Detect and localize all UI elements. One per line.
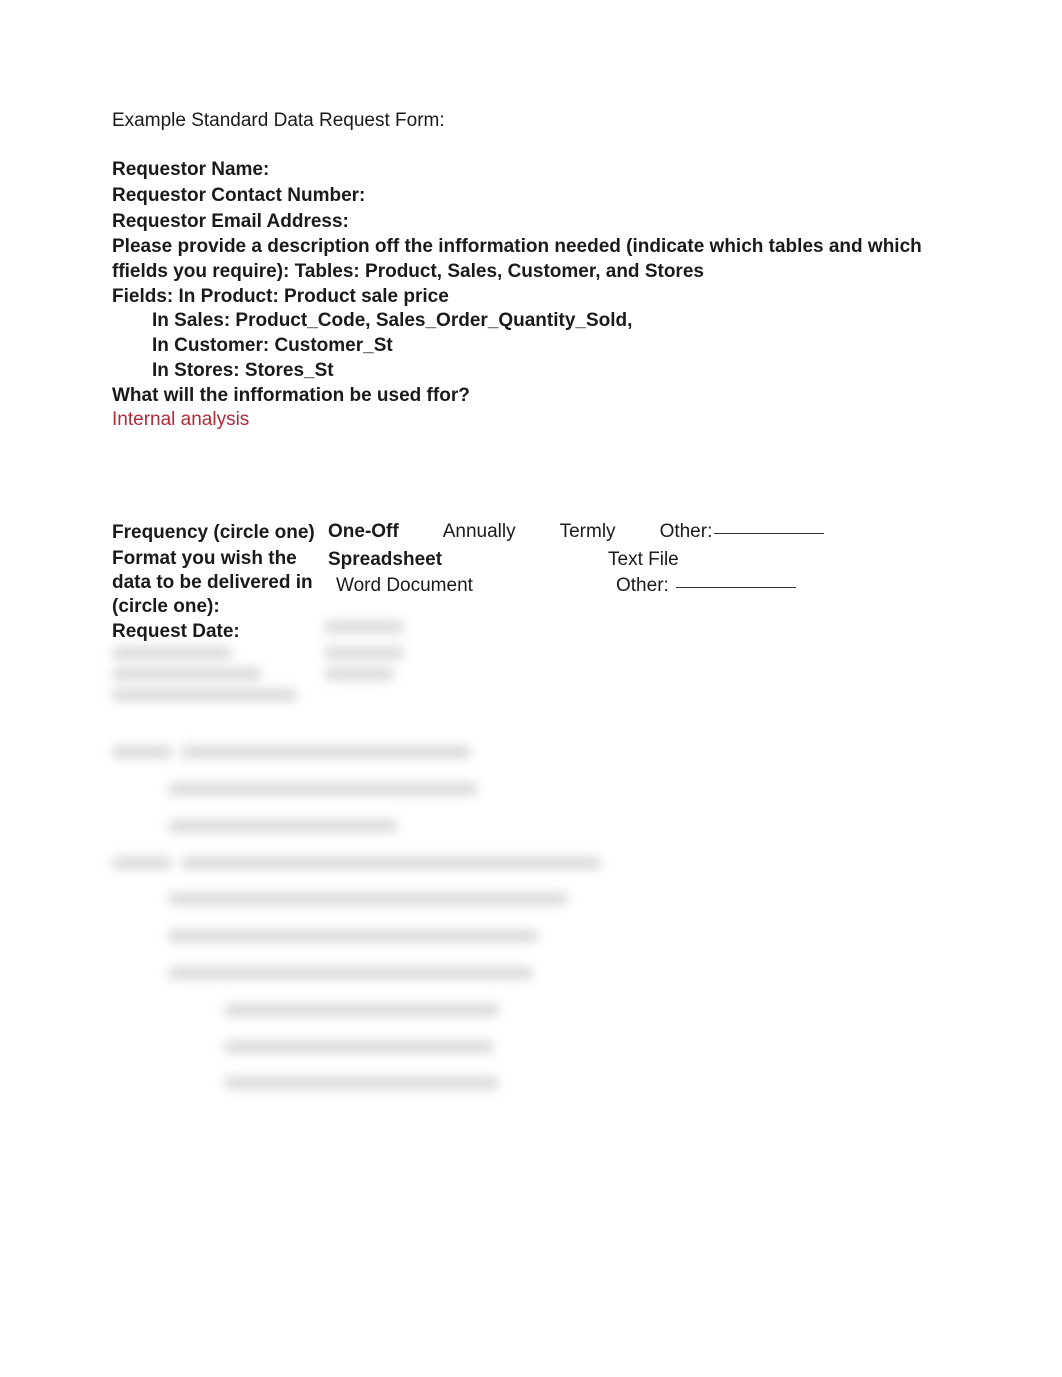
obscured-section [112, 646, 950, 1105]
frequency-options: One-Off Annually Termly Other: [324, 521, 950, 543]
field-request-date[interactable] [324, 620, 950, 639]
form-title: Example Standard Data Request Form: [112, 110, 950, 132]
field-requestor-email[interactable] [357, 210, 950, 232]
row-requestor-name: Requestor Name: [112, 158, 950, 182]
row-request-date: Request Date: [112, 620, 950, 644]
description-lead: Please provide a description off the inf… [112, 235, 950, 284]
freq-other[interactable]: Other: [660, 521, 825, 543]
field-requestor-name[interactable] [324, 158, 950, 180]
label-frequency: Frequency (circle one) [112, 521, 324, 545]
field-requestor-contact[interactable] [373, 184, 950, 206]
format-options: Spreadsheet Word Document Text File Othe… [324, 547, 950, 598]
label-format: Format you wish the data to be delivered… [112, 547, 324, 618]
format-text-file[interactable]: Text File [608, 547, 950, 573]
format-other-blank[interactable] [676, 585, 796, 588]
label-request-date: Request Date: [112, 620, 324, 644]
description-block: Please provide a description off the inf… [112, 235, 950, 383]
row-format: Format you wish the data to be delivered… [112, 547, 950, 618]
label-requestor-email: Requestor Email Address: [112, 210, 357, 234]
fields-customer: In Customer: Customer_St [112, 334, 950, 359]
fields-line: Fields: In Product: Product sale price [112, 285, 950, 310]
fields-stores: In Stores: Stores_St [112, 359, 950, 384]
document-page: Example Standard Data Request Form: Requ… [0, 0, 1062, 1377]
row-requestor-email: Requestor Email Address: [112, 210, 950, 234]
used-for-answer: Internal analysis [112, 409, 950, 509]
label-requestor-contact: Requestor Contact Number: [112, 184, 373, 208]
format-other-label: Other: [616, 573, 669, 599]
row-requestor-contact: Requestor Contact Number: [112, 184, 950, 208]
format-other[interactable]: Other: [608, 573, 950, 599]
used-for-question: What will the infformation be used ffor? [112, 385, 950, 407]
freq-other-blank[interactable] [714, 531, 824, 534]
row-frequency: Frequency (circle one) One-Off Annually … [112, 521, 950, 545]
format-word-document[interactable]: Word Document [328, 573, 608, 599]
fields-sales: In Sales: Product_Code, Sales_Order_Quan… [112, 309, 950, 334]
freq-termly[interactable]: Termly [560, 521, 616, 543]
freq-other-label: Other: [660, 521, 713, 543]
format-spreadsheet[interactable]: Spreadsheet [328, 547, 608, 573]
freq-annually[interactable]: Annually [443, 521, 516, 543]
freq-one-off[interactable]: One-Off [328, 521, 399, 543]
label-requestor-name: Requestor Name: [112, 158, 324, 182]
